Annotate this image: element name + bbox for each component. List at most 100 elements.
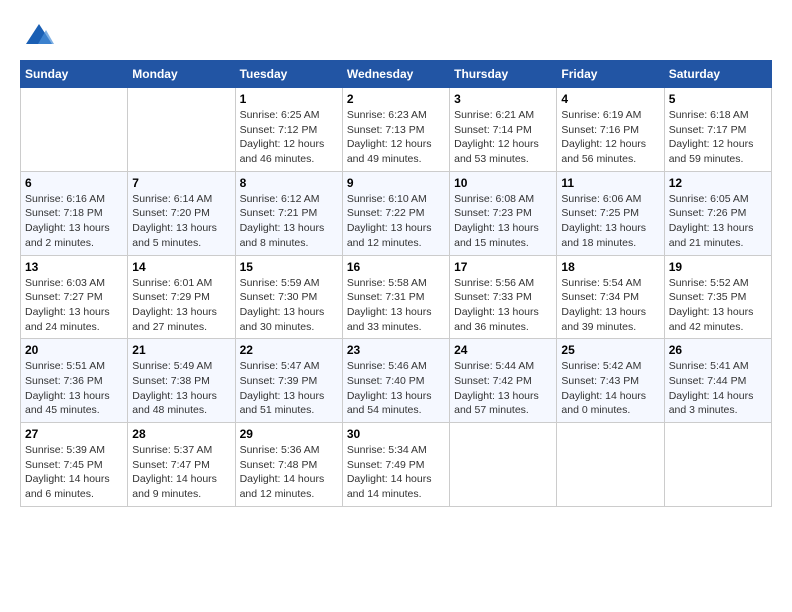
day-number: 14: [132, 260, 230, 274]
calendar-cell: 8 Sunrise: 6:12 AMSunset: 7:21 PMDaylight…: [235, 171, 342, 255]
day-number: 20: [25, 343, 123, 357]
day-number: 26: [669, 343, 767, 357]
calendar-cell: [557, 423, 664, 507]
calendar-cell: 17 Sunrise: 5:56 AMSunset: 7:33 PMDayligh…: [450, 255, 557, 339]
day-info: Sunrise: 6:18 AMSunset: 7:17 PMDaylight:…: [669, 108, 767, 167]
day-number: 23: [347, 343, 445, 357]
calendar-cell: 22 Sunrise: 5:47 AMSunset: 7:39 PMDayligh…: [235, 339, 342, 423]
day-info: Sunrise: 5:39 AMSunset: 7:45 PMDaylight:…: [25, 443, 123, 502]
day-number: 16: [347, 260, 445, 274]
day-info: Sunrise: 6:19 AMSunset: 7:16 PMDaylight:…: [561, 108, 659, 167]
calendar-cell: 24 Sunrise: 5:44 AMSunset: 7:42 PMDayligh…: [450, 339, 557, 423]
calendar-cell: [21, 88, 128, 172]
day-number: 27: [25, 427, 123, 441]
day-info: Sunrise: 5:59 AMSunset: 7:30 PMDaylight:…: [240, 276, 338, 335]
calendar-cell: 25 Sunrise: 5:42 AMSunset: 7:43 PMDayligh…: [557, 339, 664, 423]
calendar-cell: 23 Sunrise: 5:46 AMSunset: 7:40 PMDayligh…: [342, 339, 449, 423]
day-number: 28: [132, 427, 230, 441]
calendar-cell: 20 Sunrise: 5:51 AMSunset: 7:36 PMDayligh…: [21, 339, 128, 423]
day-info: Sunrise: 6:01 AMSunset: 7:29 PMDaylight:…: [132, 276, 230, 335]
calendar-cell: 5 Sunrise: 6:18 AMSunset: 7:17 PMDaylight…: [664, 88, 771, 172]
weekday-header-friday: Friday: [557, 61, 664, 88]
day-number: 25: [561, 343, 659, 357]
day-info: Sunrise: 5:46 AMSunset: 7:40 PMDaylight:…: [347, 359, 445, 418]
calendar-cell: 11Sunrise: 6:06 AMSunset: 7:25 PMDayligh…: [557, 171, 664, 255]
weekday-header-row: SundayMondayTuesdayWednesdayThursdayFrid…: [21, 61, 772, 88]
calendar-week-row: 1Sunrise: 6:25 AMSunset: 7:12 PMDaylight…: [21, 88, 772, 172]
day-number: 9: [347, 176, 445, 190]
day-info: Sunrise: 5:47 AMSunset: 7:39 PMDaylight:…: [240, 359, 338, 418]
calendar-week-row: 13 Sunrise: 6:03 AMSunset: 7:27 PMDayligh…: [21, 255, 772, 339]
calendar-cell: 3 Sunrise: 6:21 AMSunset: 7:14 PMDaylight…: [450, 88, 557, 172]
weekday-header-wednesday: Wednesday: [342, 61, 449, 88]
day-info: Sunrise: 6:21 AMSunset: 7:14 PMDaylight:…: [454, 108, 552, 167]
day-info: Sunrise: 5:58 AMSunset: 7:31 PMDaylight:…: [347, 276, 445, 335]
day-number: 10: [454, 176, 552, 190]
day-number: 30: [347, 427, 445, 441]
day-info: Sunrise: 6:05 AMSunset: 7:26 PMDaylight:…: [669, 192, 767, 251]
day-info: Sunrise: 6:08 AMSunset: 7:23 PMDaylight:…: [454, 192, 552, 251]
calendar-cell: 16 Sunrise: 5:58 AMSunset: 7:31 PMDayligh…: [342, 255, 449, 339]
day-number: 15: [240, 260, 338, 274]
day-number: 22: [240, 343, 338, 357]
day-info: Sunrise: 5:49 AMSunset: 7:38 PMDaylight:…: [132, 359, 230, 418]
day-number: 13: [25, 260, 123, 274]
calendar-cell: 15 Sunrise: 5:59 AMSunset: 7:30 PMDayligh…: [235, 255, 342, 339]
day-info: Sunrise: 6:06 AMSunset: 7:25 PMDaylight:…: [561, 192, 659, 251]
day-info: Sunrise: 5:34 AMSunset: 7:49 PMDaylight:…: [347, 443, 445, 502]
day-number: 5: [669, 92, 767, 106]
logo-icon: [24, 20, 54, 50]
calendar-cell: 9Sunrise: 6:10 AMSunset: 7:22 PMDaylight…: [342, 171, 449, 255]
day-number: 21: [132, 343, 230, 357]
day-number: 24: [454, 343, 552, 357]
calendar-cell: 12 Sunrise: 6:05 AMSunset: 7:26 PMDayligh…: [664, 171, 771, 255]
day-info: Sunrise: 5:41 AMSunset: 7:44 PMDaylight:…: [669, 359, 767, 418]
day-number: 19: [669, 260, 767, 274]
calendar-cell: 30 Sunrise: 5:34 AMSunset: 7:49 PMDayligh…: [342, 423, 449, 507]
calendar-cell: 21 Sunrise: 5:49 AMSunset: 7:38 PMDayligh…: [128, 339, 235, 423]
day-info: Sunrise: 5:37 AMSunset: 7:47 PMDaylight:…: [132, 443, 230, 502]
day-info: Sunrise: 6:12 AMSunset: 7:21 PMDaylight:…: [240, 192, 338, 251]
calendar-cell: 14 Sunrise: 6:01 AMSunset: 7:29 PMDayligh…: [128, 255, 235, 339]
day-number: 2: [347, 92, 445, 106]
day-number: 12: [669, 176, 767, 190]
calendar-week-row: 27 Sunrise: 5:39 AMSunset: 7:45 PMDayligh…: [21, 423, 772, 507]
calendar-cell: 1Sunrise: 6:25 AMSunset: 7:12 PMDaylight…: [235, 88, 342, 172]
day-number: 17: [454, 260, 552, 274]
weekday-header-saturday: Saturday: [664, 61, 771, 88]
day-info: Sunrise: 5:44 AMSunset: 7:42 PMDaylight:…: [454, 359, 552, 418]
calendar-cell: 29Sunrise: 5:36 AMSunset: 7:48 PMDayligh…: [235, 423, 342, 507]
day-number: 3: [454, 92, 552, 106]
day-info: Sunrise: 6:14 AMSunset: 7:20 PMDaylight:…: [132, 192, 230, 251]
logo: [20, 20, 54, 50]
day-info: Sunrise: 6:03 AMSunset: 7:27 PMDaylight:…: [25, 276, 123, 335]
day-info: Sunrise: 5:56 AMSunset: 7:33 PMDaylight:…: [454, 276, 552, 335]
calendar-cell: 10 Sunrise: 6:08 AMSunset: 7:23 PMDayligh…: [450, 171, 557, 255]
calendar-cell: 13 Sunrise: 6:03 AMSunset: 7:27 PMDayligh…: [21, 255, 128, 339]
calendar-week-row: 6 Sunrise: 6:16 AMSunset: 7:18 PMDaylight…: [21, 171, 772, 255]
day-number: 7: [132, 176, 230, 190]
day-number: 4: [561, 92, 659, 106]
calendar-cell: [450, 423, 557, 507]
day-info: Sunrise: 6:16 AMSunset: 7:18 PMDaylight:…: [25, 192, 123, 251]
day-number: 8: [240, 176, 338, 190]
weekday-header-sunday: Sunday: [21, 61, 128, 88]
day-info: Sunrise: 5:52 AMSunset: 7:35 PMDaylight:…: [669, 276, 767, 335]
weekday-header-thursday: Thursday: [450, 61, 557, 88]
calendar-cell: 4 Sunrise: 6:19 AMSunset: 7:16 PMDaylight…: [557, 88, 664, 172]
day-info: Sunrise: 5:42 AMSunset: 7:43 PMDaylight:…: [561, 359, 659, 418]
day-info: Sunrise: 6:23 AMSunset: 7:13 PMDaylight:…: [347, 108, 445, 167]
calendar-cell: 28 Sunrise: 5:37 AMSunset: 7:47 PMDayligh…: [128, 423, 235, 507]
day-number: 6: [25, 176, 123, 190]
calendar-week-row: 20 Sunrise: 5:51 AMSunset: 7:36 PMDayligh…: [21, 339, 772, 423]
weekday-header-monday: Monday: [128, 61, 235, 88]
header: [20, 20, 772, 50]
day-info: Sunrise: 5:36 AMSunset: 7:48 PMDaylight:…: [240, 443, 338, 502]
day-number: 18: [561, 260, 659, 274]
calendar-cell: [664, 423, 771, 507]
calendar-cell: 19 Sunrise: 5:52 AMSunset: 7:35 PMDayligh…: [664, 255, 771, 339]
calendar-cell: 6 Sunrise: 6:16 AMSunset: 7:18 PMDaylight…: [21, 171, 128, 255]
day-number: 1: [240, 92, 338, 106]
calendar-cell: 18Sunrise: 5:54 AMSunset: 7:34 PMDayligh…: [557, 255, 664, 339]
day-info: Sunrise: 5:51 AMSunset: 7:36 PMDaylight:…: [25, 359, 123, 418]
